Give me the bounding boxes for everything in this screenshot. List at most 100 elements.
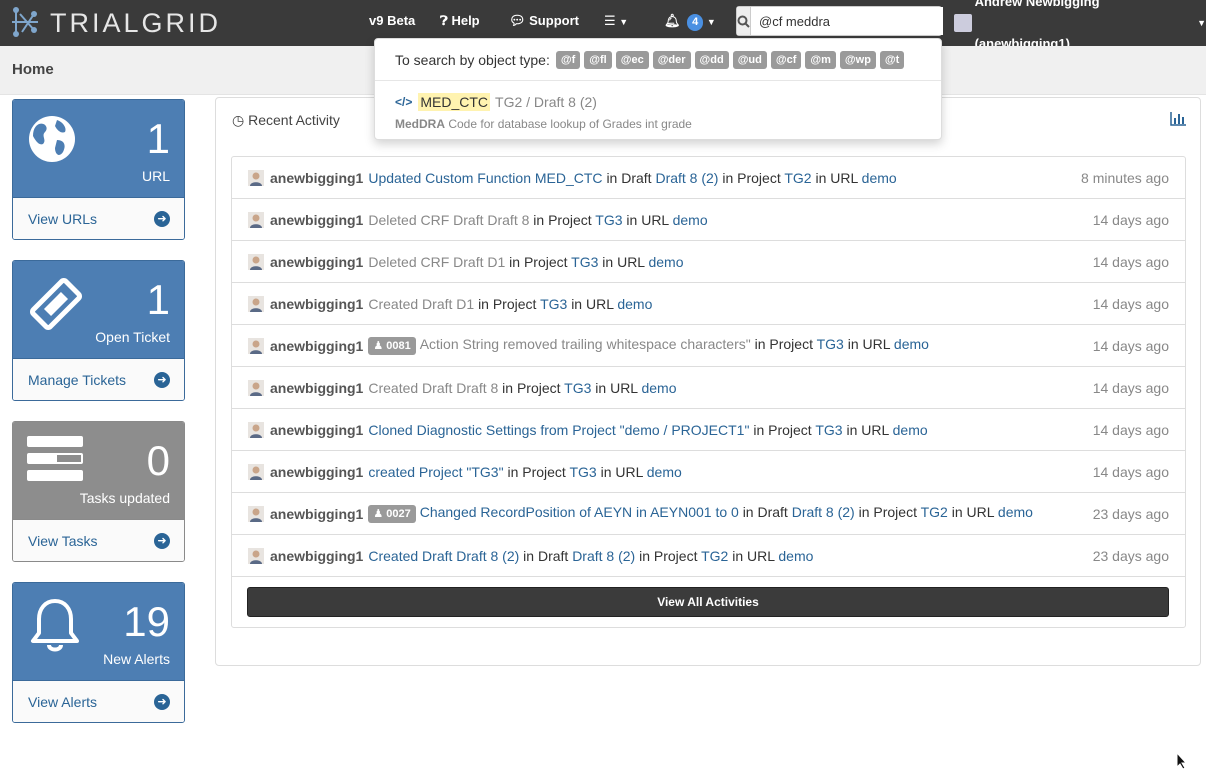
search-input[interactable] (751, 7, 943, 35)
object-type-tag[interactable]: @wp (839, 50, 876, 69)
activity-row: anewbigging1 Created Draft Draft 8 in Pro… (232, 367, 1185, 409)
activity-link[interactable]: TG3 (569, 464, 596, 480)
activity-link[interactable]: TG2 (921, 504, 948, 520)
activity-connector: in Project (533, 211, 592, 228)
object-type-tag[interactable]: @der (652, 50, 691, 69)
trialgrid-logo[interactable]: TRIALGRID (8, 4, 221, 42)
bar-chart-icon[interactable] (1170, 112, 1186, 129)
activity-connector: in URL (732, 547, 775, 564)
activity-link[interactable]: demo (641, 380, 676, 396)
activity-text: ♟ 0081 Action String removed trailing whit… (368, 336, 929, 355)
task-count: 0 (146, 437, 170, 484)
user-menu[interactable]: Andrew Newbigging (anewbigging1) ▼ (954, 0, 1206, 51)
support-label: Support (529, 13, 579, 28)
activity-link[interactable]: demo (893, 422, 928, 438)
object-type-tag[interactable]: @f (555, 50, 581, 69)
object-type-tag[interactable]: @ud (732, 50, 767, 69)
activity-link[interactable]: demo (617, 296, 652, 312)
stat-panel-alerts: 19 New Alerts View Alerts ➜ (12, 582, 185, 723)
activity-action[interactable]: created Project "TG3" (368, 464, 503, 480)
arrow-circle-right-icon: ➜ (154, 371, 170, 388)
ticket-badge[interactable]: ♟ 0027 (368, 504, 416, 523)
object-type-tag[interactable]: @fl (584, 50, 612, 69)
view-alerts-link[interactable]: View Alerts ➜ (13, 680, 184, 722)
activity-link[interactable]: TG2 (784, 170, 811, 186)
help-label: Help (451, 13, 480, 28)
stat-panel-urls: 1 URL View URLs ➜ (12, 99, 185, 240)
activity-link[interactable]: TG3 (595, 212, 622, 228)
activity-time: 14 days ago (1092, 379, 1169, 396)
manage-tickets-link[interactable]: Manage Tickets ➜ (13, 358, 184, 400)
view-all-activities-button[interactable]: View All Activities (247, 587, 1169, 617)
object-type-tag[interactable]: @ec (615, 50, 649, 69)
user-avatar-icon (248, 253, 264, 270)
user-avatar-icon (248, 169, 264, 186)
activity-link[interactable]: demo (648, 254, 683, 270)
activity-row: anewbigging1 Deleted CRF Draft D1 in Proj… (232, 241, 1185, 283)
alert-count-label: New Alerts (103, 651, 170, 667)
activity-footer: View All Activities (232, 577, 1185, 627)
activity-connector: in URL (626, 211, 669, 228)
activity-link[interactable]: demo (862, 170, 897, 186)
activity-action[interactable]: Updated Custom Function MED_CTC (368, 170, 602, 186)
clock-icon: ◷︎ (232, 112, 245, 128)
activity-link[interactable]: Draft 8 (2) (792, 504, 855, 520)
activity-connector: in URL (600, 463, 643, 480)
url-count-label: URL (141, 168, 170, 184)
activity-action[interactable]: Created Draft Draft 8 (2) (368, 548, 519, 564)
user-avatar-icon (248, 211, 264, 228)
ticket-badge[interactable]: ♟ 0081 (368, 336, 416, 355)
activity-list: anewbigging1 Updated Custom Function MED_… (231, 156, 1186, 628)
user-avatar-icon (248, 547, 264, 564)
object-type-tag[interactable]: @cf (770, 50, 802, 69)
mouse-cursor-icon (1176, 751, 1188, 773)
activity-connector: in URL (602, 253, 645, 270)
activity-row: anewbigging1 Created Draft D1 in Project … (232, 283, 1185, 325)
activity-link[interactable]: TG3 (564, 380, 591, 396)
activity-action: Action String removed trailing whitespac… (419, 336, 751, 353)
search-result-item[interactable]: </> MED_CTC TG2 / Draft 8 (2) MedDRA Cod… (375, 81, 941, 143)
user-avatar-icon (248, 295, 264, 312)
ticket-number: 0027 (386, 507, 411, 520)
activity-connector: in Project (639, 547, 698, 564)
result-desc-highlight: MedDRA (395, 117, 445, 131)
arrow-circle-right-icon: ➜ (154, 210, 170, 227)
object-type-tag[interactable]: @dd (694, 50, 729, 69)
activity-connector: in URL (595, 379, 638, 396)
activity-connector: in URL (815, 169, 858, 186)
activity-link[interactable]: TG3 (540, 296, 567, 312)
activity-link[interactable]: demo (647, 464, 682, 480)
view-urls-label: View URLs (28, 210, 97, 227)
object-type-tag[interactable]: @t (879, 50, 905, 69)
activity-connector: in URL (571, 295, 614, 312)
object-type-tag[interactable]: @m (805, 50, 836, 69)
search-icon[interactable] (737, 7, 751, 35)
activity-link[interactable]: demo (894, 336, 929, 352)
activity-link[interactable]: TG3 (571, 254, 598, 270)
activity-action: Created Draft Draft 8 (368, 379, 499, 396)
activity-link[interactable]: TG3 (815, 422, 842, 438)
activity-action[interactable]: Changed RecordPosition of AEYN in AEYN00… (420, 504, 739, 520)
activity-link[interactable]: demo (778, 548, 813, 564)
activity-link[interactable]: Draft 8 (2) (572, 548, 635, 564)
list-menu-icon: ☰ (604, 13, 616, 28)
activity-connector: in Project (502, 379, 561, 396)
activity-action[interactable]: Cloned Diagnostic Settings from Project … (368, 422, 749, 438)
ticket-icon (27, 275, 85, 336)
activity-time: 14 days ago (1092, 295, 1169, 312)
activity-text: Created Draft D1 in Project TG3 in URL d… (368, 296, 652, 312)
stat-panel-tasks: 0 Tasks updated View Tasks ➜ (12, 421, 185, 562)
activity-link[interactable]: demo (998, 504, 1033, 520)
activity-link[interactable]: demo (673, 212, 708, 228)
activity-user: anewbigging1 (270, 421, 364, 438)
activity-user: anewbigging1 (270, 379, 364, 396)
globe-icon (27, 114, 77, 167)
activity-link[interactable]: TG3 (817, 336, 844, 352)
activity-link[interactable]: TG2 (701, 548, 728, 564)
activity-link[interactable]: Draft 8 (2) (655, 170, 718, 186)
activity-connector: in Project (478, 295, 537, 312)
bell-icon: 🔔︎ (664, 13, 681, 28)
view-urls-link[interactable]: View URLs ➜ (13, 197, 184, 239)
view-tasks-link[interactable]: View Tasks ➜ (13, 519, 184, 561)
result-name: MED_CTC (418, 93, 491, 111)
